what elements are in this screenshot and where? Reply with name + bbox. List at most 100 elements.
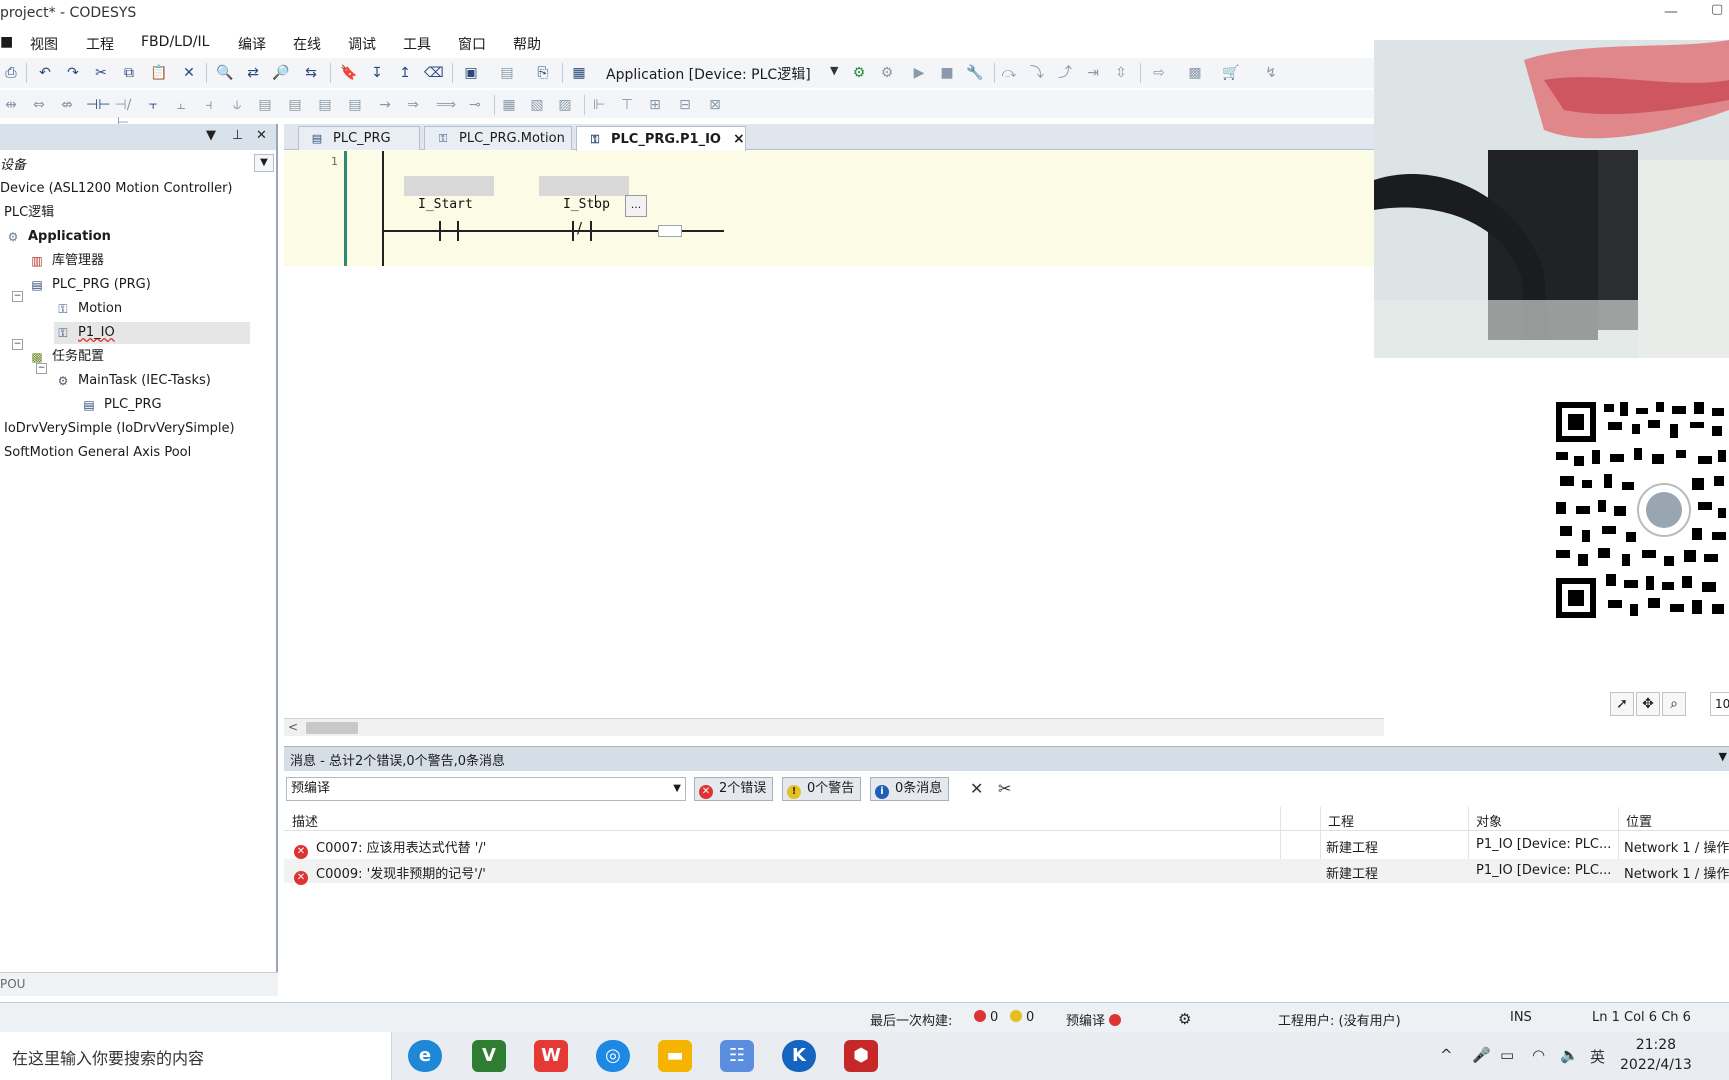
login-icon[interactable]: ⚙: [850, 64, 868, 82]
chevron-up-icon[interactable]: ^: [1440, 1046, 1453, 1064]
app-icon[interactable]: ☷: [720, 1040, 754, 1072]
replace-icon[interactable]: ⇄: [244, 64, 262, 82]
tab-plc-prg-motion[interactable]: ⚿ PLC_PRG.Motion: [424, 126, 572, 150]
start-icon[interactable]: ▶: [910, 64, 928, 82]
contact-variable-i-stop[interactable]: I_Stop: [563, 197, 610, 212]
errors-filter-button[interactable]: ✕ 2个错误: [694, 777, 774, 801]
bookmark-icon[interactable]: 🔖: [340, 64, 358, 82]
tree-item-axis-pool[interactable]: SoftMotion General Axis Pool: [4, 442, 191, 464]
menu-project[interactable]: 工程: [86, 34, 114, 54]
ld-tool-icon[interactable]: ▨: [556, 96, 574, 114]
ld-tool-icon[interactable]: ⊩: [590, 96, 608, 114]
k-app-icon[interactable]: K: [782, 1040, 816, 1072]
tree-item-maintask[interactable]: ⚙ MainTask (IEC-Tasks): [54, 370, 211, 392]
cart-icon[interactable]: 🛒: [1222, 64, 1240, 82]
taskbar-search[interactable]: 在这里输入你要搜索的内容: [0, 1032, 392, 1080]
clear-all-messages-icon[interactable]: ✂: [998, 779, 1011, 798]
ld-tool-icon[interactable]: ⊟: [676, 96, 694, 114]
release-force-icon[interactable]: ↯: [1262, 64, 1280, 82]
message-row[interactable]: ✕ C0007: 应该用表达式代替 '/' 新建工程 P1_IO [Device:…: [284, 833, 1729, 859]
insert-label-icon[interactable]: ⟹: [436, 96, 456, 114]
run-to-cursor-icon[interactable]: ⇥: [1084, 64, 1102, 82]
stop-icon[interactable]: ■: [938, 64, 956, 82]
last-build-warnings[interactable]: 0: [1006, 1010, 1034, 1025]
menu-fbd-ld-il[interactable]: FBD/LD/IL: [141, 34, 209, 50]
step-over-icon[interactable]: ⤼: [1000, 64, 1018, 82]
ld-editor[interactable]: 1 I_Start I_Stop ... /: [284, 151, 1384, 723]
ld-tool-icon[interactable]: ⊠: [706, 96, 724, 114]
undo-icon[interactable]: ↶: [36, 64, 54, 82]
logout-icon[interactable]: ⚙: [878, 64, 896, 82]
pin-icon[interactable]: ⊥: [232, 128, 243, 143]
step-out-icon[interactable]: ⤴: [1056, 64, 1074, 82]
tree-item-library-manager[interactable]: ▥ 库管理器: [28, 250, 104, 272]
tree-item-application[interactable]: ⚙ Application: [4, 226, 111, 248]
close-icon[interactable]: ×: [733, 131, 745, 147]
browser-icon[interactable]: ◎: [596, 1040, 630, 1072]
online-config-icon[interactable]: ⚙: [1178, 1010, 1191, 1028]
menu-online[interactable]: 在线: [293, 34, 321, 54]
ld-tool-icon[interactable]: ⇎: [58, 96, 76, 114]
message-source-select[interactable]: 预编译 ▼: [286, 777, 686, 801]
insert-box-icon[interactable]: ▤: [316, 96, 334, 114]
delete-icon[interactable]: ✕: [180, 64, 198, 82]
collapse-icon[interactable]: −: [12, 339, 23, 350]
ld-tool-icon[interactable]: ⊤: [618, 96, 636, 114]
column-description[interactable]: 描述: [292, 811, 318, 830]
move-icon[interactable]: ✥: [1636, 692, 1660, 716]
menu-tools[interactable]: 工具: [403, 34, 431, 54]
tree-item-p1-io[interactable]: ⚿ P1_IO: [54, 322, 250, 344]
contact-variable-i-start[interactable]: I_Start: [418, 197, 473, 212]
ld-tool-icon[interactable]: ⫝: [228, 96, 246, 114]
collapse-icon[interactable]: −: [36, 363, 47, 374]
close-icon[interactable]: ✕: [256, 128, 267, 143]
bookmark-next-icon[interactable]: ↧: [368, 64, 386, 82]
codesys-icon[interactable]: ⬢: [844, 1040, 878, 1072]
edge-icon[interactable]: e: [408, 1040, 442, 1072]
find-next-icon[interactable]: 🔎: [272, 64, 290, 82]
menu-help[interactable]: 帮助: [513, 34, 541, 54]
paste-icon[interactable]: 📋: [150, 64, 168, 82]
menu-file-stub[interactable]: ■: [0, 34, 13, 50]
menu-build[interactable]: 编译: [238, 34, 266, 54]
scrollbar-thumb[interactable]: [306, 722, 358, 734]
input-assistant-button[interactable]: ...: [625, 195, 647, 217]
insert-coil-icon[interactable]: ⊸: [466, 96, 484, 114]
contact-left-bar[interactable]: [439, 221, 441, 241]
reset-icon[interactable]: 🔧: [966, 64, 984, 82]
tab-plc-prg[interactable]: ▤ PLC_PRG: [298, 126, 420, 150]
tree-item-plc-prg-call[interactable]: ▤ PLC_PRG: [80, 394, 161, 416]
tree-item-plc-prg[interactable]: ▤ PLC_PRG (PRG): [28, 274, 151, 296]
pointer-icon[interactable]: ➚: [1610, 692, 1634, 716]
input-method[interactable]: 英: [1590, 1046, 1605, 1067]
wps-icon[interactable]: W: [534, 1040, 568, 1072]
chevron-down-icon[interactable]: ▼: [1719, 750, 1727, 763]
menu-debug[interactable]: 调试: [348, 34, 376, 54]
chevron-down-icon[interactable]: ▼: [206, 128, 216, 143]
insert-box-icon[interactable]: ▤: [256, 96, 274, 114]
tree-item-device[interactable]: Device (ASL1200 Motion Controller): [0, 178, 233, 200]
column-project[interactable]: 工程: [1328, 811, 1354, 830]
force-values-icon[interactable]: ▩: [1186, 64, 1204, 82]
step-into-icon[interactable]: ⤵: [1028, 64, 1046, 82]
ld-tool-icon[interactable]: ⇹: [2, 96, 20, 114]
export-icon[interactable]: ⎘: [534, 64, 552, 82]
chevron-down-icon[interactable]: ▼: [254, 154, 274, 172]
ld-tool-icon[interactable]: ▧: [528, 96, 546, 114]
ld-tool-icon[interactable]: ⇔: [30, 96, 48, 114]
tree-item-iodrv[interactable]: IoDrvVerySimple (IoDrvVerySimple): [4, 418, 235, 440]
tree-item-motion[interactable]: ⚿ Motion: [54, 298, 122, 320]
ld-tool-icon[interactable]: ⫠: [172, 96, 190, 114]
print-icon[interactable]: ⎙: [2, 64, 20, 82]
insert-jump-icon[interactable]: →: [376, 96, 394, 114]
contact-left-bar[interactable]: [572, 221, 574, 241]
message-row[interactable]: ✕ C0009: '发现非预期的记号'/' 新建工程 P1_IO [Device:…: [284, 859, 1729, 885]
network-1[interactable]: 1 I_Start I_Stop ... /: [284, 151, 1384, 266]
browse-icon[interactable]: ▤: [498, 64, 516, 82]
column-object[interactable]: 对象: [1476, 811, 1502, 830]
contact-variable-placeholder[interactable]: [539, 176, 629, 196]
file-explorer-icon[interactable]: ▬: [658, 1040, 692, 1072]
bookmark-prev-icon[interactable]: ↥: [396, 64, 414, 82]
menu-view[interactable]: 视图: [30, 34, 58, 54]
tree-item-plc-logic[interactable]: PLC逻辑: [4, 202, 54, 224]
